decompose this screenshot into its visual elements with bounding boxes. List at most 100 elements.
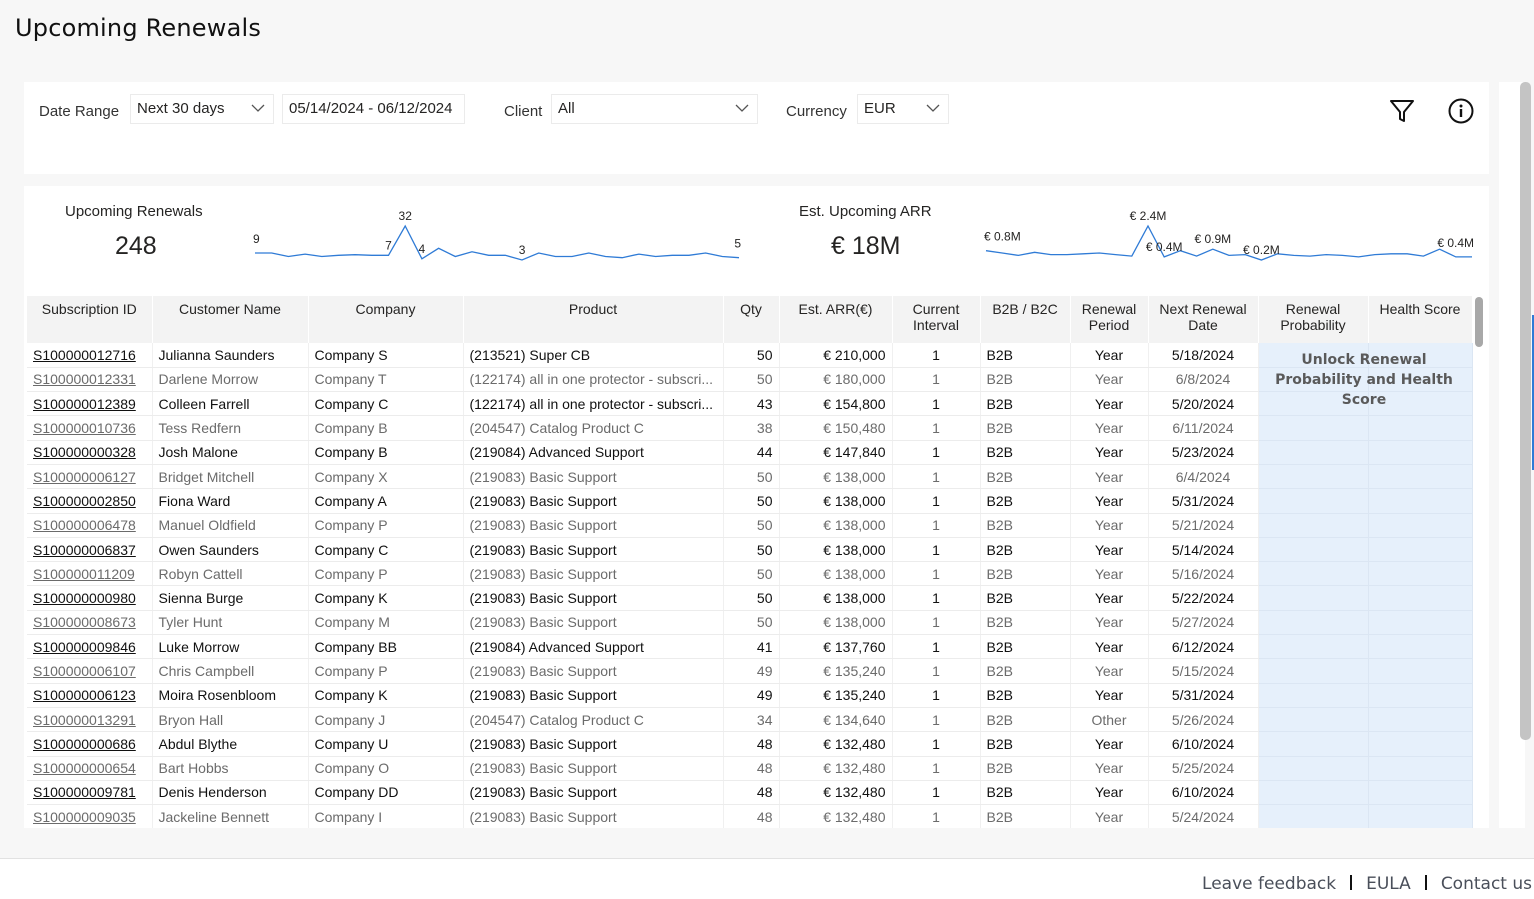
date-range-dropdown[interactable]: Next 30 days [130, 94, 274, 124]
qty-cell: 41 [723, 634, 780, 660]
interval-cell: 1 [892, 415, 981, 441]
col-renewal-period[interactable]: Renewal Period [1070, 296, 1149, 343]
table-row[interactable]: S100000002850 Fiona Ward Company A (219083)… [27, 488, 1473, 514]
subscription-id-cell: S100000006478 [27, 513, 153, 538]
subscription-id-link[interactable]: S100000006107 [33, 663, 136, 679]
company-cell: Company S [308, 343, 464, 368]
subscription-id-link[interactable]: S100000008673 [33, 614, 136, 630]
table-row[interactable]: S100000012331 Darlene Morrow Company T (122… [27, 367, 1473, 393]
subscription-id-link[interactable]: S100000006837 [33, 542, 136, 558]
interval-cell: 1 [892, 537, 981, 563]
customer-name-cell: Denis Henderson [152, 780, 309, 806]
qty-cell: 44 [723, 440, 780, 465]
subscription-id-link[interactable]: S100000006127 [33, 469, 136, 485]
table-row[interactable]: S100000006478 Manuel Oldfield Company P (21… [27, 513, 1473, 538]
subscription-id-link[interactable]: S100000000654 [33, 760, 136, 776]
table-row[interactable]: S100000012716 Julianna Saunders Company S(… [27, 343, 1473, 368]
col-customer-name[interactable]: Customer Name [152, 296, 309, 343]
col-health-score[interactable]: Health Score [1368, 296, 1473, 343]
info-icon[interactable] [1447, 97, 1475, 125]
product-cell: (219083) Basic Support [463, 610, 724, 636]
subscription-id-link[interactable]: S100000012716 [33, 347, 136, 363]
table-row[interactable]: S100000011209 Robyn Cattell Company P (2190… [27, 561, 1473, 587]
contact-us-link[interactable]: Contact us [1441, 874, 1532, 894]
health-score-cell [1368, 537, 1473, 563]
currency-dropdown[interactable]: EUR [857, 94, 949, 124]
subscription-id-link[interactable]: S100000009035 [33, 809, 136, 825]
table-row[interactable]: S100000009781 Denis Henderson Company DD (2… [27, 780, 1473, 806]
product-cell: (219084) Advanced Support [463, 440, 724, 465]
next-renewal-date-cell: 5/20/2024 [1148, 391, 1259, 417]
table-row[interactable]: S100000009035 Jackeline Bennett Company I(… [27, 804, 1473, 828]
b2b-b2c-cell: B2B [980, 464, 1071, 490]
filter-icon[interactable] [1388, 97, 1416, 125]
table-row[interactable]: S100000000980 Sienna Burge Company K (21908… [27, 585, 1473, 611]
unlock-message[interactable]: Unlock Renewal Probability and Health Sc… [1258, 350, 1470, 410]
col-qty[interactable]: Qty [723, 296, 780, 343]
table-row[interactable]: S100000006107 Chris Campbell Company P (219… [27, 658, 1473, 684]
b2b-b2c-cell: B2B [980, 731, 1071, 757]
renewal-period-cell: Year [1070, 610, 1149, 636]
page-scrollbar[interactable] [1520, 82, 1531, 740]
col-next-renewal-date[interactable]: Next Renewal Date [1148, 296, 1259, 343]
renewal-probability-cell [1258, 756, 1369, 781]
date-range-input[interactable]: 05/14/2024 - 06/12/2024 [282, 94, 465, 124]
table-row[interactable]: S100000000328 Josh Malone Company B (219084… [27, 440, 1473, 465]
company-cell: Company BB [308, 634, 464, 660]
eula-link[interactable]: EULA [1366, 874, 1411, 894]
est-arr-cell: € 132,480 [779, 756, 893, 781]
subscription-id-cell: S100000000980 [27, 585, 153, 611]
subscription-id-link[interactable]: S100000000980 [33, 590, 136, 606]
product-cell: (219083) Basic Support [463, 780, 724, 806]
table-row[interactable]: S100000013291 Bryon Hall Company J (204547)… [27, 707, 1473, 733]
col-subscription-id[interactable]: Subscription ID [27, 296, 153, 343]
table-row[interactable]: S100000012389 Colleen Farrell Company C (12… [27, 391, 1473, 417]
subscription-id-cell: S100000011209 [27, 561, 153, 587]
col-est-arr[interactable]: Est. ARR(€) [779, 296, 893, 343]
date-range-value: Next 30 days [137, 100, 225, 117]
next-renewal-date-cell: 5/27/2024 [1148, 610, 1259, 636]
col-renewal-probability[interactable]: Renewal Probability [1258, 296, 1369, 343]
subscription-id-link[interactable]: S100000011209 [33, 566, 135, 582]
col-current-interval[interactable]: Current Interval [892, 296, 981, 343]
table-scrollbar[interactable] [1475, 297, 1483, 347]
company-cell: Company B [308, 415, 464, 441]
est-arr-cell: € 138,000 [779, 513, 893, 538]
subscription-id-link[interactable]: S100000006123 [33, 687, 136, 703]
table-row[interactable]: S100000010736 Tess Redfern Company B (20454… [27, 415, 1473, 441]
table-row[interactable]: S100000009846 Luke Morrow Company BB (21908… [27, 634, 1473, 660]
subscription-id-link[interactable]: S100000009846 [33, 639, 136, 655]
table-row[interactable]: S100000006127 Bridget Mitchell Company X (2… [27, 464, 1473, 490]
health-score-cell [1368, 513, 1473, 538]
table-row[interactable]: S100000008673 Tyler Hunt Company M (219083)… [27, 610, 1473, 636]
table-row[interactable]: S100000006837 Owen Saunders Company C (2190… [27, 537, 1473, 563]
subscription-id-link[interactable]: S100000000686 [33, 736, 136, 752]
product-cell: (219083) Basic Support [463, 561, 724, 587]
renewal-probability-cell [1258, 513, 1369, 538]
product-cell: (213521) Super CB [463, 343, 724, 368]
subscription-id-link[interactable]: S100000009781 [33, 784, 136, 800]
col-product[interactable]: Product [463, 296, 724, 343]
subscription-id-link[interactable]: S100000006478 [33, 517, 136, 533]
table-row[interactable]: S100000000686 Abdul Blythe Company U (21908… [27, 731, 1473, 757]
table-row[interactable]: S100000000654 Bart Hobbs Company O (219083)… [27, 756, 1473, 781]
customer-name-cell: Luke Morrow [152, 634, 309, 660]
subscription-id-link[interactable]: S100000013291 [33, 712, 136, 728]
client-dropdown[interactable]: All [551, 94, 758, 124]
leave-feedback-link[interactable]: Leave feedback [1202, 874, 1336, 894]
subscription-id-link[interactable]: S100000002850 [33, 493, 136, 509]
subscription-id-link[interactable]: S100000000328 [33, 444, 136, 460]
b2b-b2c-cell: B2B [980, 561, 1071, 587]
col-b2b-b2c[interactable]: B2B / B2C [980, 296, 1071, 343]
renewal-period-cell: Year [1070, 561, 1149, 587]
subscription-id-link[interactable]: S100000012389 [33, 396, 136, 412]
col-company[interactable]: Company [308, 296, 464, 343]
kpi-arr-value: € 18M [831, 232, 901, 260]
subscription-id-link[interactable]: S100000010736 [33, 420, 136, 436]
subscription-id-link[interactable]: S100000012331 [33, 371, 136, 387]
health-score-cell [1368, 561, 1473, 587]
product-cell: (219083) Basic Support [463, 658, 724, 684]
sparkline-data-label: € 0.9M [1194, 232, 1231, 246]
b2b-b2c-cell: B2B [980, 440, 1071, 465]
table-row[interactable]: S100000006123 Moira Rosenbloom Company K (2… [27, 683, 1473, 708]
